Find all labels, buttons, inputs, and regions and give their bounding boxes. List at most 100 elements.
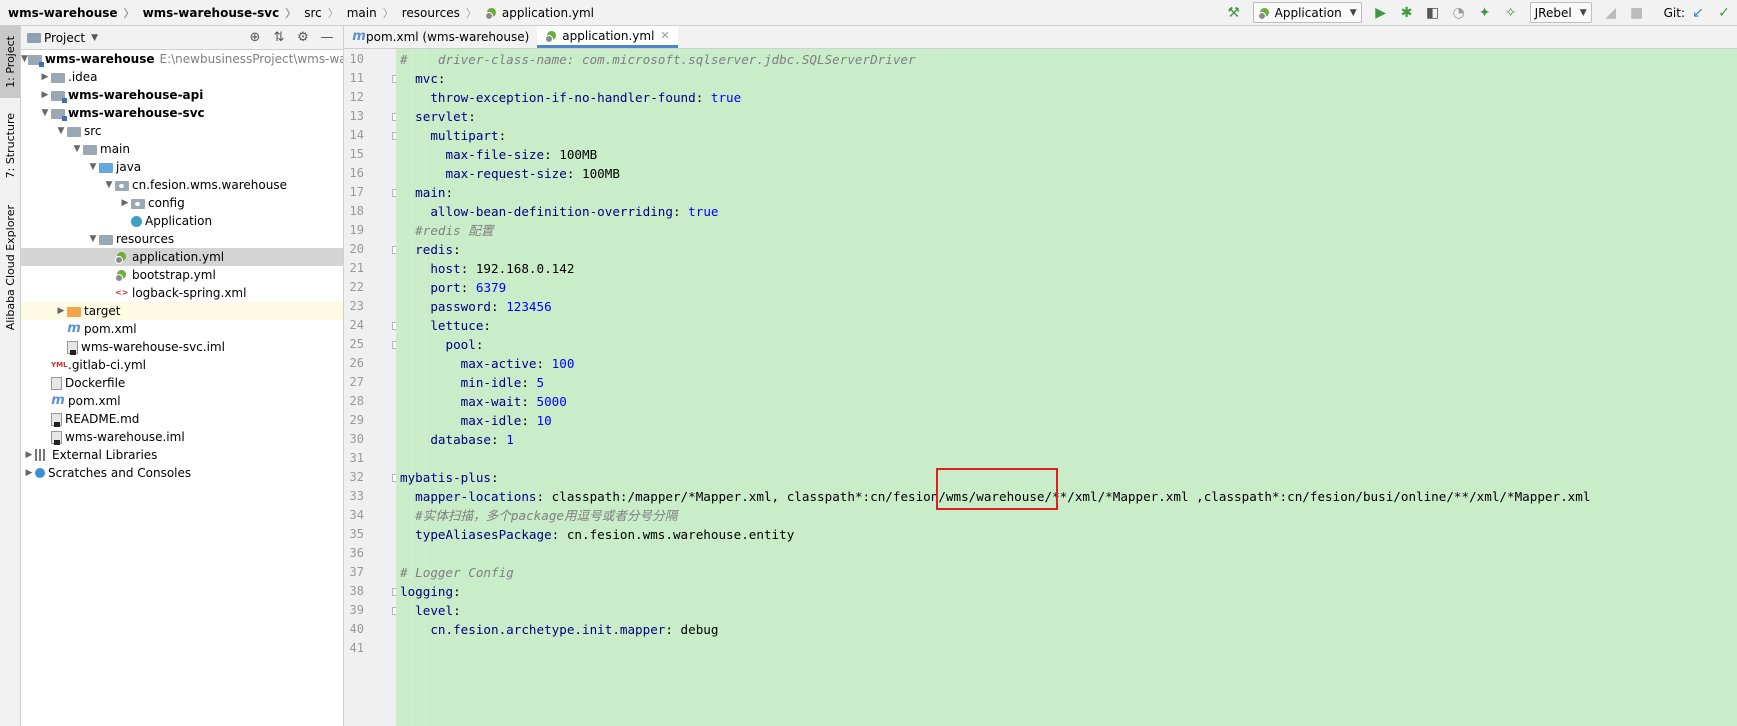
code-line[interactable]: port: 6379	[400, 278, 506, 297]
tree-item[interactable]: ▶ Scratches and Consoles	[21, 464, 343, 482]
code-line[interactable]: max-active: 100	[400, 354, 575, 373]
code-line[interactable]: level:	[400, 601, 461, 620]
tree-item[interactable]: ▼ wms-warehouse E:\newbusinessProject\wms-…	[21, 50, 343, 68]
code-line[interactable]: mvc:	[400, 69, 445, 88]
expand-arrow-icon[interactable]: ▼	[87, 162, 99, 172]
collapse-arrow-icon[interactable]: ▶	[39, 90, 51, 100]
editor-tab-application-yml[interactable]: application.yml ✕	[537, 26, 678, 48]
breadcrumb-file[interactable]: application.yml	[477, 0, 594, 25]
code-line[interactable]: # Logger Config	[400, 563, 514, 582]
code-line[interactable]: max-idle: 10	[400, 411, 552, 430]
collapse-arrow-icon[interactable]: ▶	[23, 450, 35, 460]
code-line[interactable]: #实体扫描，多个package用逗号或者分号分隔	[400, 506, 677, 525]
collapse-all-icon[interactable]: ⇅	[267, 30, 291, 45]
code-line[interactable]: mybatis-plus:	[400, 468, 499, 487]
tool-tab-project[interactable]: 1: Project	[0, 26, 20, 98]
stop-icon[interactable]: ■	[1626, 2, 1648, 24]
project-view-select[interactable]: Project ▼	[27, 31, 98, 45]
chevron-down-icon: ▼	[1349, 7, 1357, 18]
git-update-icon[interactable]: ↙	[1687, 2, 1709, 24]
breadcrumb-item[interactable]: resources 〉	[394, 0, 477, 25]
code-line[interactable]: allow-bean-definition-overriding: true	[400, 202, 718, 221]
tree-item[interactable]: wms-warehouse.iml	[21, 428, 343, 446]
tree-item[interactable]: ▼ src	[21, 122, 343, 140]
tree-item[interactable]: Application	[21, 212, 343, 230]
code-line[interactable]: password: 123456	[400, 297, 551, 316]
code-line[interactable]: logging:	[400, 582, 461, 601]
code-line[interactable]: throw-exception-if-no-handler-found: tru…	[400, 88, 741, 107]
expand-arrow-icon[interactable]: ▼	[71, 144, 83, 154]
jrebel-run-icon[interactable]: ✦	[1474, 2, 1496, 24]
tool-tab-alibaba-cloud-explorer[interactable]: Alibaba Cloud Explorer	[0, 198, 20, 338]
code-line[interactable]: # driver-class-name: com.microsoft.sqlse…	[400, 50, 916, 69]
expand-arrow-icon[interactable]: ▼	[39, 108, 51, 118]
code-line[interactable]: servlet:	[400, 107, 476, 126]
tree-item[interactable]: README.md	[21, 410, 343, 428]
jrebel-select[interactable]: JRebel ▼	[1529, 2, 1592, 23]
code-line[interactable]: database: 1	[400, 430, 513, 449]
update-icon[interactable]: ◢	[1600, 2, 1622, 24]
code-line[interactable]: min-idle: 5	[400, 373, 544, 392]
code-line[interactable]: redis:	[400, 240, 461, 259]
jrebel-debug-icon[interactable]: ✧	[1500, 2, 1522, 24]
hide-icon[interactable]: —	[315, 30, 339, 45]
breadcrumb-item[interactable]: wms-warehouse-svc 〉	[135, 0, 297, 25]
breadcrumb-item[interactable]: wms-warehouse 〉	[0, 0, 135, 25]
tree-item[interactable]: Dockerfile	[21, 374, 343, 392]
code-line[interactable]: lettuce:	[400, 316, 491, 335]
editor-tab-pom-xml[interactable]: m pom.xml (wms-warehouse)	[344, 26, 537, 48]
collapse-arrow-icon[interactable]: ▶	[39, 72, 51, 82]
code-line[interactable]: pool:	[400, 335, 484, 354]
tree-item[interactable]: ▶ .idea	[21, 68, 343, 86]
code-editor[interactable]: # driver-class-name: com.microsoft.sqlse…	[396, 49, 1737, 726]
tree-item[interactable]: <> logback-spring.xml	[21, 284, 343, 302]
tree-item[interactable]: m pom.xml	[21, 320, 343, 338]
git-commit-icon[interactable]: ✓	[1713, 2, 1735, 24]
tree-item[interactable]: YML .gitlab-ci.yml	[21, 356, 343, 374]
tree-item[interactable]: m pom.xml	[21, 392, 343, 410]
tree-item[interactable]: ▶ External Libraries	[21, 446, 343, 464]
tree-item[interactable]: ▼ java	[21, 158, 343, 176]
tree-item[interactable]: ▼ resources	[21, 230, 343, 248]
expand-arrow-icon[interactable]: ▼	[55, 126, 67, 136]
collapse-arrow-icon[interactable]: ▶	[55, 306, 67, 316]
build-hammer-icon[interactable]: ⚒	[1223, 2, 1245, 24]
run-icon[interactable]: ▶	[1370, 2, 1392, 24]
expand-arrow-icon[interactable]: ▼	[21, 54, 28, 64]
gear-icon[interactable]: ⚙	[291, 30, 315, 45]
tree-item[interactable]: ▶ config	[21, 194, 343, 212]
tree-item[interactable]: ▼ cn.fesion.wms.warehouse	[21, 176, 343, 194]
close-icon[interactable]: ✕	[660, 29, 669, 42]
tree-item[interactable]: ▼ wms-warehouse-svc	[21, 104, 343, 122]
expand-arrow-icon[interactable]: ▼	[87, 234, 99, 244]
code-line[interactable]: max-request-size: 100MB	[400, 164, 620, 183]
line-number: 34	[349, 508, 364, 522]
code-line[interactable]: max-file-size: 100MB	[400, 145, 598, 164]
tree-item[interactable]: ▼ main	[21, 140, 343, 158]
tree-item[interactable]: ▶ target	[21, 302, 343, 320]
code-line[interactable]: cn.fesion.archetype.init.mapper: debug	[400, 620, 718, 639]
debug-icon[interactable]: ✱	[1396, 2, 1418, 24]
tree-item[interactable]: bootstrap.yml	[21, 266, 343, 284]
code-line[interactable]: multipart:	[400, 126, 506, 145]
breadcrumb-item[interactable]: main 〉	[339, 0, 394, 25]
locate-icon[interactable]: ⊕	[243, 30, 267, 45]
code-line[interactable]: main:	[400, 183, 453, 202]
code-line[interactable]: #redis 配置	[400, 221, 493, 240]
run-configuration-select[interactable]: Application ▼	[1252, 2, 1362, 23]
tool-tab-structure[interactable]: 7: Structure	[0, 106, 20, 186]
code-line[interactable]: host: 192.168.0.142	[400, 259, 574, 278]
tree-item-label: main	[100, 142, 130, 156]
expand-arrow-icon[interactable]: ▼	[103, 180, 115, 190]
tree-item[interactable]: application.yml	[21, 248, 343, 266]
tree-item[interactable]: wms-warehouse-svc.iml	[21, 338, 343, 356]
code-line[interactable]: max-wait: 5000	[400, 392, 567, 411]
profile-icon[interactable]: ◔	[1448, 2, 1470, 24]
tree-item[interactable]: ▶ wms-warehouse-api	[21, 86, 343, 104]
yaml-file-icon: YML	[51, 361, 68, 369]
collapse-arrow-icon[interactable]: ▶	[119, 198, 131, 208]
collapse-arrow-icon[interactable]: ▶	[23, 468, 35, 478]
code-line[interactable]: typeAliasesPackage: cn.fesion.wms.wareho…	[400, 525, 794, 544]
breadcrumb-item[interactable]: src 〉	[296, 0, 339, 25]
coverage-icon[interactable]: ◧	[1422, 2, 1444, 24]
